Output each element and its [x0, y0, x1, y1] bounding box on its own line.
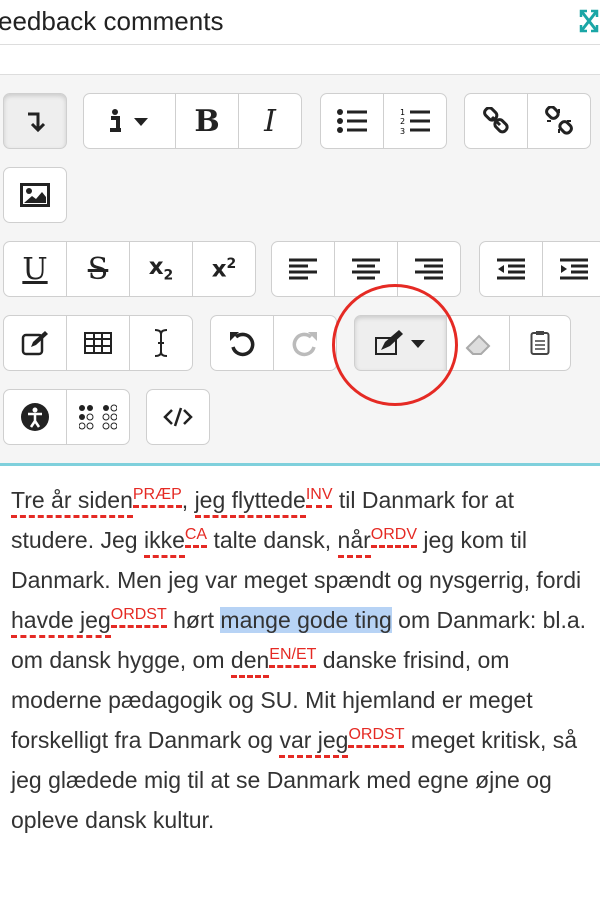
html-button[interactable] — [146, 389, 210, 445]
error-tag: ORDST — [348, 726, 405, 748]
paste-button[interactable] — [509, 315, 571, 371]
editor-header: eedback comments — [0, 0, 600, 45]
image-button[interactable] — [3, 167, 67, 223]
clipboard-icon — [530, 331, 550, 355]
ordered-list-button[interactable]: 123 — [383, 93, 447, 149]
table-button[interactable] — [66, 315, 130, 371]
field-title: eedback comments — [0, 6, 224, 36]
bold-button[interactable]: B — [175, 93, 239, 149]
eraser-icon — [465, 334, 491, 355]
unordered-list-button[interactable] — [320, 93, 384, 149]
error-tag: PRÆP — [132, 486, 182, 508]
editor-toolbar: B I 123 U S x2 x2 — [0, 75, 600, 466]
selected-text[interactable]: mange gode ting — [220, 607, 392, 633]
link-icon — [483, 107, 509, 134]
marker-icon — [374, 330, 425, 355]
accessibility-icon — [21, 403, 49, 431]
text-cursor-icon — [154, 329, 168, 357]
unlink-icon — [545, 106, 573, 135]
chevron-down-icon — [410, 340, 425, 348]
error-marked-phrase[interactable]: jeg flyttede — [194, 487, 306, 518]
table-icon — [84, 332, 112, 354]
clear-format-button[interactable] — [446, 315, 510, 371]
svg-text:1: 1 — [400, 108, 405, 117]
feedback-text[interactable]: Tre år sidenPRÆP, jeg flyttedeINV til Da… — [11, 480, 596, 840]
align-right-button[interactable] — [397, 241, 461, 297]
error-tag: INV — [305, 486, 333, 508]
italic-button[interactable]: I — [238, 93, 302, 149]
expand-icon[interactable] — [578, 8, 600, 34]
link-button[interactable] — [464, 93, 528, 149]
strikethrough-button[interactable]: S — [66, 241, 130, 297]
arrow-down-icon — [28, 112, 46, 133]
superscript-button[interactable]: x2 — [192, 241, 256, 297]
equation-button[interactable] — [3, 315, 67, 371]
image-icon — [20, 183, 50, 207]
braille-icon — [79, 404, 117, 430]
annotate-button[interactable] — [354, 315, 447, 371]
text-segment: talte dansk, — [207, 527, 338, 553]
error-marked-phrase[interactable]: den — [230, 647, 270, 678]
align-right-icon — [415, 258, 443, 280]
error-marked-phrase[interactable]: Tre år siden — [11, 487, 133, 518]
screenreader-helper-button[interactable] — [66, 389, 130, 445]
align-left-button[interactable] — [271, 241, 335, 297]
text-segment: hørt — [166, 607, 221, 633]
align-center-button[interactable] — [334, 241, 398, 297]
indent-icon — [560, 258, 588, 280]
editor-content[interactable]: Tre år sidenPRÆP, jeg flyttedeINV til Da… — [0, 466, 600, 918]
error-tag: ORDST — [110, 606, 167, 628]
subscript-button[interactable]: x2 — [129, 241, 193, 297]
show-more-button[interactable] — [3, 93, 67, 149]
toolbar-spacer — [0, 46, 600, 75]
code-icon — [163, 407, 193, 427]
undo-button[interactable] — [210, 315, 274, 371]
svg-text:2: 2 — [400, 117, 405, 126]
error-tag: CA — [184, 526, 208, 548]
align-center-icon — [352, 258, 380, 280]
text-segment: , — [181, 487, 195, 513]
error-marked-phrase[interactable]: ikke — [143, 527, 185, 558]
bullet-list-icon — [337, 109, 367, 133]
outdent-button[interactable] — [479, 241, 543, 297]
error-marked-phrase[interactable]: når — [337, 527, 371, 558]
align-left-icon — [289, 258, 317, 280]
numbered-list-icon: 123 — [400, 108, 430, 135]
undo-icon — [230, 332, 255, 357]
accessibility-checker-button[interactable] — [3, 389, 67, 445]
paragraph-style-button[interactable] — [83, 93, 176, 149]
redo-button[interactable] — [273, 315, 337, 371]
edit-icon — [21, 331, 48, 356]
chevron-down-icon — [133, 118, 148, 126]
special-char-button[interactable] — [129, 315, 193, 371]
error-tag: ORDV — [370, 526, 418, 548]
info-icon — [109, 109, 148, 132]
unlink-button[interactable] — [527, 93, 591, 149]
outdent-icon — [497, 258, 525, 280]
error-marked-phrase[interactable]: havde jeg — [11, 607, 111, 638]
error-marked-phrase[interactable]: var jeg — [279, 727, 349, 758]
redo-icon — [292, 332, 317, 357]
underline-button[interactable]: U — [3, 241, 67, 297]
svg-text:3: 3 — [400, 127, 405, 135]
indent-button[interactable] — [542, 241, 600, 297]
error-tag: EN/ET — [269, 646, 317, 668]
